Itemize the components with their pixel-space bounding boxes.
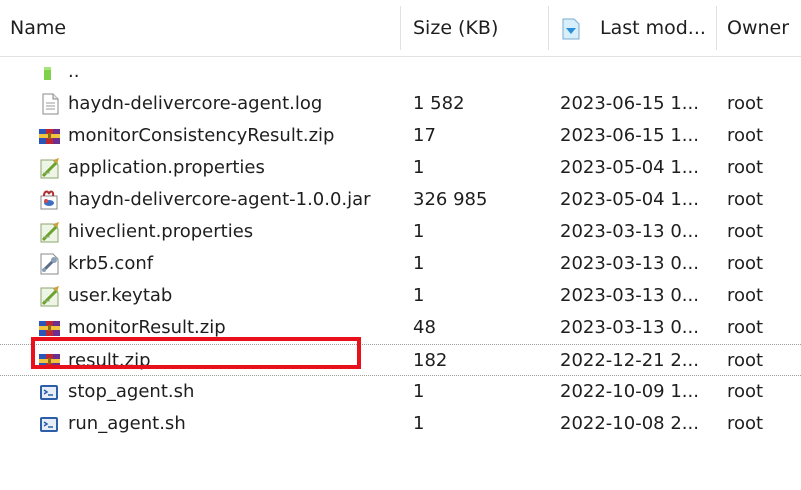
file-modified (560, 56, 720, 88)
file-name: hiveclient.properties (68, 221, 254, 242)
file-name: run_agent.sh (68, 413, 186, 434)
file-name: result.zip (68, 350, 151, 371)
file-name: haydn-delivercore-agent-1.0.0.jar (68, 189, 371, 210)
sort-indicator-icon[interactable] (560, 18, 582, 40)
file-modified: 2023-06-15 1... (560, 93, 699, 114)
file-size: 17 (413, 125, 436, 146)
file-size: 48 (413, 317, 436, 338)
file-modified: 2023-03-13 0... (560, 285, 699, 306)
file-row[interactable]: run_agent.sh 1 2022-10-08 2... root (0, 408, 801, 440)
folder-up-icon (38, 61, 62, 83)
file-owner: root (727, 157, 764, 178)
file-owner: root (727, 253, 764, 274)
file-owner: root (727, 221, 764, 242)
file-size: 1 (413, 253, 425, 274)
file-size: 1 (413, 413, 425, 434)
file-size (413, 56, 543, 88)
file-name: .. (68, 61, 80, 82)
file-modified: 2023-05-04 1... (560, 189, 699, 210)
file-modified: 2023-03-13 0... (560, 253, 699, 274)
file-row[interactable]: haydn-delivercore-agent-1.0.0.jar 326 985… (0, 184, 801, 216)
column-header-name[interactable]: Name (10, 0, 390, 56)
file-owner: root (727, 413, 764, 434)
file-size: 1 (413, 157, 425, 178)
column-divider[interactable] (548, 6, 549, 50)
file-name: monitorResult.zip (68, 317, 226, 338)
file-owner: root (727, 285, 764, 306)
file-size: 326 985 (413, 189, 488, 210)
file-row[interactable]: monitorConsistencyResult.zip 17 2023-06-15… (0, 120, 801, 152)
column-header-modified[interactable]: Last mod... (600, 0, 710, 56)
file-size: 1 582 (413, 93, 465, 114)
file-owner: root (727, 189, 764, 210)
file-row[interactable]: user.keytab 1 2023-03-13 0... root (0, 280, 801, 312)
config-file-icon (38, 253, 62, 275)
file-row[interactable]: krb5.conf 1 2023-03-13 0... root (0, 248, 801, 280)
file-name: krb5.conf (68, 253, 154, 274)
file-modified: 2023-03-13 0... (560, 221, 699, 242)
properties-file-icon (38, 221, 62, 243)
properties-file-icon (38, 157, 62, 179)
file-modified: 2022-10-09 1... (560, 381, 699, 402)
file-size: 1 (413, 285, 425, 306)
file-owner: root (727, 125, 764, 146)
column-header-size[interactable]: Size (KB) (413, 0, 543, 56)
file-name: monitorConsistencyResult.zip (68, 125, 335, 146)
file-modified: 2023-05-04 1... (560, 157, 699, 178)
file-modified: 2022-12-21 2... (560, 350, 699, 371)
archive-icon (38, 125, 62, 147)
jar-file-icon (38, 189, 62, 211)
file-size: 182 (413, 350, 448, 371)
file-row[interactable]: haydn-delivercore-agent.log 1 582 2023-06-… (0, 88, 801, 120)
archive-icon (38, 350, 62, 372)
file-owner: root (727, 317, 764, 338)
file-size: 1 (413, 381, 425, 402)
file-owner: root (727, 381, 764, 402)
file-list-header: Name Size (KB) Last mod... Owner (0, 0, 801, 57)
file-row[interactable]: hiveclient.properties 1 2023-03-13 0... roo… (0, 216, 801, 248)
shell-script-icon (38, 413, 62, 435)
file-modified: 2023-06-15 1... (560, 125, 699, 146)
archive-icon (38, 317, 62, 339)
text-file-icon (38, 93, 62, 115)
file-name: application.properties (68, 157, 265, 178)
file-row[interactable]: stop_agent.sh 1 2022-10-09 1... root (0, 376, 801, 408)
column-divider[interactable] (400, 6, 401, 50)
file-modified: 2022-10-08 2... (560, 413, 699, 434)
shell-script-icon (38, 381, 62, 403)
properties-file-icon (38, 285, 62, 307)
file-modified: 2023-03-13 0... (560, 317, 699, 338)
column-header-owner[interactable]: Owner (727, 0, 797, 56)
file-owner (727, 56, 797, 88)
file-name: user.keytab (68, 285, 173, 306)
column-divider[interactable] (716, 6, 717, 50)
file-size: 1 (413, 221, 425, 242)
file-row[interactable]: .. (0, 56, 801, 88)
file-name: haydn-delivercore-agent.log (68, 93, 323, 114)
file-row[interactable]: application.properties 1 2023-05-04 1... ro… (0, 152, 801, 184)
file-row[interactable]: monitorResult.zip 48 2023-03-13 0... root (0, 312, 801, 344)
file-owner: root (727, 350, 764, 371)
file-owner: root (727, 93, 764, 114)
file-row-selected[interactable]: result.zip 182 2022-12-21 2... root (0, 344, 801, 376)
file-name: stop_agent.sh (68, 381, 195, 402)
